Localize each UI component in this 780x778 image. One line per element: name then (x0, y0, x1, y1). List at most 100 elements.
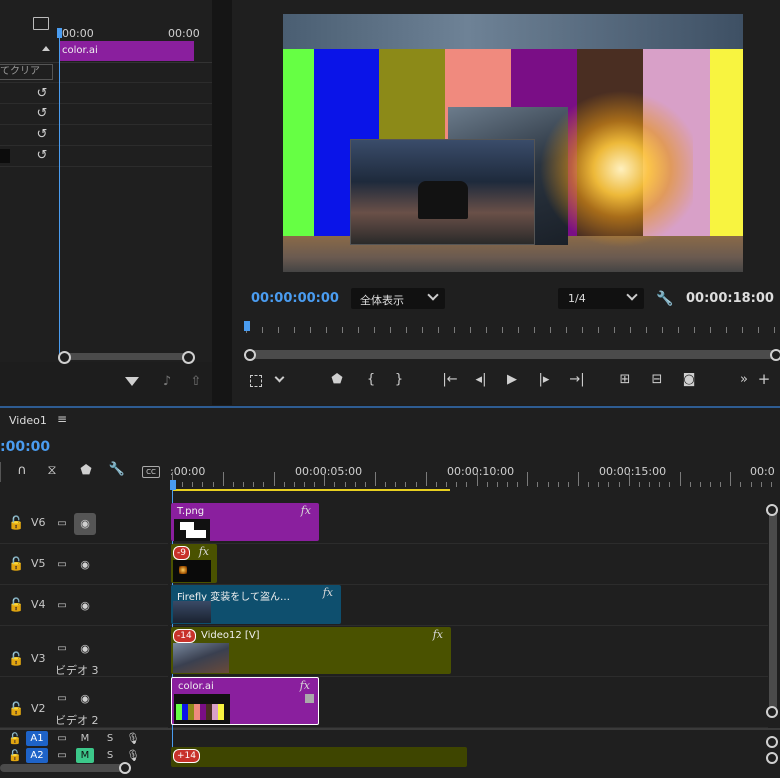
ruler-tick (638, 482, 640, 487)
mute-button[interactable]: M (76, 748, 94, 763)
add-marker-icon[interactable]: ⬟ (78, 463, 94, 479)
step-back-icon[interactable]: ◂| (473, 372, 489, 388)
lock-icon[interactable]: 🔓 (8, 516, 24, 532)
scrollbar-handle-bottom[interactable] (766, 706, 778, 718)
lock-icon[interactable]: 🔓 (8, 557, 24, 573)
scrollbar-handle-right[interactable] (119, 762, 131, 774)
timeline-ruler[interactable]: :00:00 00:00:05:00 00:00:10:00 00:00:15:00 0… (170, 462, 780, 492)
timeline-horizontal-scrollbar[interactable] (0, 764, 124, 772)
scrollbar-handle-top[interactable] (766, 736, 778, 748)
toggle-sync-icon[interactable]: ▭ (55, 641, 69, 657)
step-forward-icon[interactable]: |▸ (536, 372, 552, 388)
clear-button[interactable]: てクリア (0, 64, 53, 80)
scrollbar-handle-top[interactable] (766, 504, 778, 516)
scrollbar-handle-bottom[interactable] (766, 752, 778, 764)
ruler-tick (273, 472, 275, 486)
scrollbar-handle-left[interactable] (58, 351, 71, 364)
source-clip[interactable]: color.ai (59, 41, 194, 61)
timeline-settings-icon[interactable]: 🔧 (108, 462, 126, 478)
clip-sparkle[interactable]: -9 fx (171, 544, 217, 583)
lock-icon[interactable]: 🔓 (8, 731, 22, 747)
microphone-icon[interactable]: 🎙 (126, 748, 140, 764)
timeline-timecode[interactable]: :00:00 (0, 439, 50, 455)
quality-select[interactable]: 1/4 (558, 288, 644, 309)
value-field[interactable] (0, 149, 10, 163)
toggle-sync-icon[interactable]: ▭ (55, 748, 69, 764)
solo-button[interactable]: S (104, 748, 116, 763)
snap-icon[interactable]: ∩ (14, 463, 30, 479)
play-audio-icon[interactable]: ♪ (158, 374, 176, 390)
toggle-sync-icon[interactable]: ▭ (55, 516, 69, 532)
menu-icon[interactable]: ≡ (57, 412, 67, 426)
toggle-sync-icon[interactable]: ▭ (55, 691, 69, 707)
mute-button[interactable]: M (76, 731, 94, 746)
mark-in-icon[interactable]: { (363, 372, 379, 388)
scrollbar-handle-right[interactable] (182, 351, 195, 364)
eye-icon[interactable]: ◉ (78, 598, 92, 614)
scrollbar-handle-left[interactable] (244, 349, 256, 361)
solo-button[interactable]: S (104, 731, 116, 746)
ruler-tick (578, 472, 579, 486)
reset-icon[interactable]: ↺ (34, 127, 50, 143)
toggle-sync-icon[interactable]: ▭ (55, 731, 69, 747)
marker-icon[interactable]: ⬟ (329, 372, 345, 388)
filter-icon[interactable] (125, 377, 139, 386)
captions-icon[interactable]: CC (142, 466, 160, 478)
sequence-tab[interactable]: Video1 ≡ (0, 409, 78, 431)
program-timecode-current[interactable]: 00:00:00:00 (251, 291, 339, 306)
ruler-tick (659, 482, 661, 487)
clip-t-png[interactable]: T.png fx (171, 503, 319, 541)
linked-selection-icon[interactable]: ⧖ (44, 463, 60, 479)
lock-icon[interactable]: 🔓 (8, 702, 24, 718)
program-video-frame[interactable] (283, 14, 743, 272)
safe-margins-icon[interactable] (250, 375, 262, 387)
export-icon[interactable]: ⇧ (188, 374, 204, 390)
microphone-icon[interactable]: 🎙 (126, 731, 140, 747)
go-to-out-icon[interactable]: →| (567, 372, 587, 388)
lift-icon[interactable]: ⊞ (615, 372, 635, 388)
reset-icon[interactable]: ↺ (34, 106, 50, 122)
clip-firefly[interactable]: Firefly 変装をして盗ん… fx (171, 585, 341, 624)
lock-icon[interactable]: 🔓 (8, 652, 24, 668)
clip-color-ai[interactable]: color.ai fx (171, 677, 319, 725)
eye-hidden-icon[interactable]: ◉ (74, 513, 96, 535)
toggle-sync-icon[interactable]: ▭ (55, 557, 69, 573)
program-zoom-scrollbar[interactable] (250, 350, 778, 359)
toggle-sync-icon[interactable]: ▭ (55, 598, 69, 614)
eye-icon[interactable]: ◉ (78, 691, 92, 707)
clip-video12[interactable]: -14 Video12 [V] fx (171, 627, 451, 674)
extract-icon[interactable]: ⊟ (647, 372, 667, 388)
panel-toggle-icon[interactable] (33, 17, 49, 30)
wrench-icon[interactable]: 🔧 (656, 291, 674, 307)
zoom-select[interactable]: 全体表示 (351, 288, 445, 309)
ruler-tick (406, 327, 407, 333)
audio-track-target[interactable]: A1 (26, 731, 48, 746)
ruler-tick (344, 482, 346, 487)
add-button-icon[interactable]: + (756, 371, 772, 387)
source-playhead-handle[interactable] (57, 28, 62, 38)
camera-icon[interactable]: ◙ (680, 372, 698, 388)
reset-icon[interactable]: ↺ (34, 86, 50, 102)
scrollbar-handle-right[interactable] (770, 349, 780, 361)
eye-icon[interactable]: ◉ (78, 641, 92, 657)
play-icon[interactable]: ▶ (504, 372, 520, 388)
source-zoom-scrollbar[interactable] (64, 353, 188, 360)
work-area-bar[interactable] (172, 489, 450, 491)
reset-icon[interactable]: ↺ (34, 148, 50, 164)
ruler-tick (303, 482, 305, 487)
collapse-arrow-icon[interactable] (42, 46, 50, 51)
program-ruler[interactable] (246, 320, 776, 336)
more-icon[interactable]: » (737, 372, 751, 388)
program-playhead[interactable] (244, 321, 250, 331)
timeline-vertical-scrollbar[interactable] (769, 510, 777, 710)
eye-icon[interactable]: ◉ (78, 557, 92, 573)
lock-icon[interactable]: 🔓 (8, 748, 22, 764)
audio-track-target[interactable]: A2 (26, 748, 48, 763)
timeline-playhead-handle[interactable] (170, 480, 176, 490)
mark-out-icon[interactable]: } (391, 372, 407, 388)
go-to-in-icon[interactable]: |← (440, 372, 460, 388)
lock-icon[interactable]: 🔓 (8, 598, 24, 614)
video-audio-divider[interactable] (0, 728, 780, 730)
ruler-tick (588, 482, 590, 487)
clip-audio-a2[interactable]: +14 (171, 747, 467, 767)
